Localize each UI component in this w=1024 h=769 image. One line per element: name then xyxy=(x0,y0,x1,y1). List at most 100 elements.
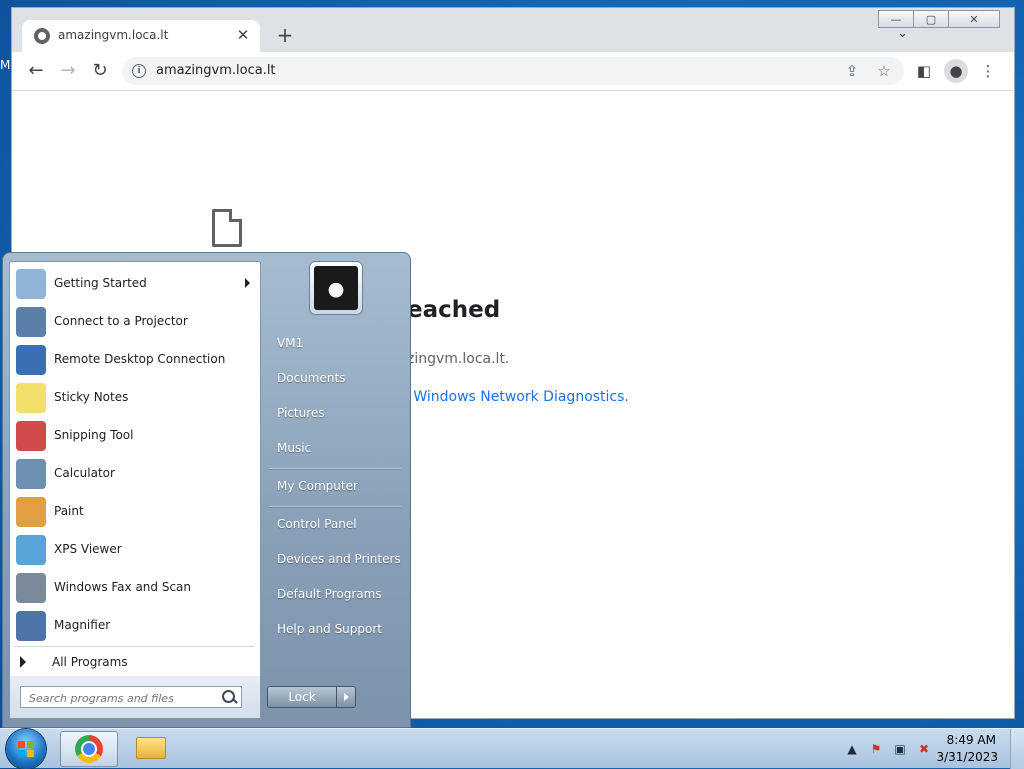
side-panel-icon[interactable]: ◧ xyxy=(912,59,936,83)
tab-close-button[interactable]: ✕ xyxy=(234,26,252,44)
dog-picture-icon xyxy=(314,266,358,310)
start-right-item-help-support[interactable]: Help and Support xyxy=(269,615,405,645)
fax-scan-icon xyxy=(16,573,46,603)
start-button[interactable] xyxy=(6,729,46,769)
right-item-label: Control Panel xyxy=(277,517,357,531)
minimize-button[interactable]: — xyxy=(878,10,914,28)
search-input[interactable] xyxy=(20,686,242,708)
network-icon[interactable]: ▣ xyxy=(892,741,908,757)
program-item[interactable]: Connect to a Projector xyxy=(14,304,258,340)
start-right-item-default-programs[interactable]: Default Programs xyxy=(269,580,405,610)
snipping-tool-icon xyxy=(16,421,46,451)
start-right-item-music[interactable]: Music xyxy=(269,434,405,464)
arrow-right-icon xyxy=(20,656,26,668)
start-right-item-vm1[interactable]: VM1 xyxy=(269,329,405,359)
bookmark-star-icon[interactable]: ☆ xyxy=(874,61,894,81)
divider xyxy=(269,506,401,507)
program-item[interactable]: Getting Started xyxy=(14,266,258,302)
program-item[interactable]: Remote Desktop Connection xyxy=(14,342,258,378)
windows-logo-icon xyxy=(18,741,34,757)
program-item[interactable]: XPS Viewer xyxy=(14,532,258,568)
power-options-arrow-icon[interactable] xyxy=(336,686,356,708)
right-item-label: VM1 xyxy=(277,336,304,350)
paint-icon xyxy=(16,497,46,527)
start-right-item-my-computer[interactable]: My Computer xyxy=(269,472,405,502)
globe-icon xyxy=(34,28,50,44)
network-diagnostics-link[interactable]: g Windows Network Diagnostics. xyxy=(400,389,629,405)
right-item-label: Default Programs xyxy=(277,587,382,601)
browser-toolbar: ← → ↻ i amazingvm.loca.lt ⇪ ☆ ◧ ● ⋮ xyxy=(12,52,1014,91)
program-label: XPS Viewer xyxy=(54,542,122,556)
url-text[interactable]: amazingvm.loca.lt xyxy=(156,63,276,78)
right-item-label: Music xyxy=(277,441,312,455)
program-label: Windows Fax and Scan xyxy=(54,580,192,594)
sad-page-icon xyxy=(212,209,242,247)
magnifier-icon xyxy=(16,611,46,641)
submenu-arrow-icon[interactable] xyxy=(245,278,250,288)
menu-kebab-icon[interactable]: ⋮ xyxy=(976,59,1000,83)
reload-button[interactable]: ↻ xyxy=(88,59,112,83)
show-desktop-button[interactable] xyxy=(1010,729,1024,769)
divider xyxy=(269,468,401,469)
lock-button[interactable]: Lock xyxy=(267,686,337,708)
all-programs-button[interactable]: All Programs xyxy=(14,650,258,674)
sticky-notes-icon xyxy=(16,383,46,413)
error-heading: eached xyxy=(407,297,501,323)
show-hidden-icons-icon[interactable]: ▲ xyxy=(844,741,860,757)
share-icon[interactable]: ⇪ xyxy=(842,61,862,81)
close-window-button[interactable]: ✕ xyxy=(948,10,1000,28)
program-label: Getting Started xyxy=(54,276,147,290)
program-label: Remote Desktop Connection xyxy=(54,352,226,366)
program-item[interactable]: Paint xyxy=(14,494,258,530)
program-label: Paint xyxy=(54,504,84,518)
volume-muted-icon[interactable]: ✖ xyxy=(916,741,932,757)
search-area xyxy=(10,676,260,718)
user-avatar[interactable] xyxy=(309,261,363,315)
xps-viewer-icon xyxy=(16,535,46,565)
program-item[interactable]: Windows Fax and Scan xyxy=(14,570,258,606)
folder-icon xyxy=(136,737,166,759)
divider xyxy=(14,646,254,647)
desktop-icon-label: M xyxy=(0,58,11,72)
program-label: Snipping Tool xyxy=(54,428,134,442)
program-label: Sticky Notes xyxy=(54,390,129,404)
address-bar[interactable]: i amazingvm.loca.lt ⇪ ☆ xyxy=(122,57,904,85)
clock-time[interactable]: 8:49 AM xyxy=(947,733,996,747)
getting-started-icon xyxy=(16,269,46,299)
profile-icon[interactable]: ● xyxy=(944,59,968,83)
start-right-item-pictures[interactable]: Pictures xyxy=(269,399,405,429)
error-host-text: zingvm.loca.lt. xyxy=(407,351,510,367)
start-right-item-control-panel[interactable]: Control Panel xyxy=(269,510,405,540)
taskbar-chrome[interactable] xyxy=(60,731,118,767)
chrome-icon xyxy=(75,735,103,763)
calculator-icon xyxy=(16,459,46,489)
all-programs-label: All Programs xyxy=(52,655,128,669)
start-right-item-devices-printers[interactable]: Devices and Printers xyxy=(269,545,405,575)
programs-pane: Getting Started Connect to a Projector R… xyxy=(9,261,261,719)
program-item[interactable]: Snipping Tool xyxy=(14,418,258,454)
new-tab-button[interactable]: + xyxy=(274,24,296,46)
start-menu: Getting Started Connect to a Projector R… xyxy=(2,252,411,728)
taskbar: ▲ ⚑ ▣ ✖ 8:49 AM 3/31/2023 xyxy=(0,728,1024,769)
right-item-label: Pictures xyxy=(277,406,325,420)
action-center-flag-icon[interactable]: ⚑ xyxy=(868,741,884,757)
site-info-icon[interactable]: i xyxy=(132,64,146,78)
projector-icon xyxy=(16,307,46,337)
search-icon[interactable] xyxy=(222,690,235,703)
taskbar-explorer[interactable] xyxy=(122,731,180,767)
right-item-label: Help and Support xyxy=(277,622,382,636)
clock-date[interactable]: 3/31/2023 xyxy=(936,750,998,764)
program-item[interactable]: Magnifier xyxy=(14,608,258,644)
tab-search-button[interactable]: ⌄ xyxy=(897,26,908,41)
forward-button[interactable]: → xyxy=(56,59,80,83)
right-item-label: Devices and Printers xyxy=(277,552,401,566)
start-right-item-documents[interactable]: Documents xyxy=(269,364,405,394)
system-tray: ▲ ⚑ ▣ ✖ 8:49 AM 3/31/2023 xyxy=(824,729,1024,769)
program-item[interactable]: Sticky Notes xyxy=(14,380,258,416)
program-label: Connect to a Projector xyxy=(54,314,188,328)
program-item[interactable]: Calculator xyxy=(14,456,258,492)
back-button[interactable]: ← xyxy=(24,59,48,83)
remote-desktop-icon xyxy=(16,345,46,375)
browser-tab[interactable]: amazingvm.loca.lt ✕ xyxy=(22,20,260,52)
maximize-button[interactable]: ▢ xyxy=(913,10,949,28)
